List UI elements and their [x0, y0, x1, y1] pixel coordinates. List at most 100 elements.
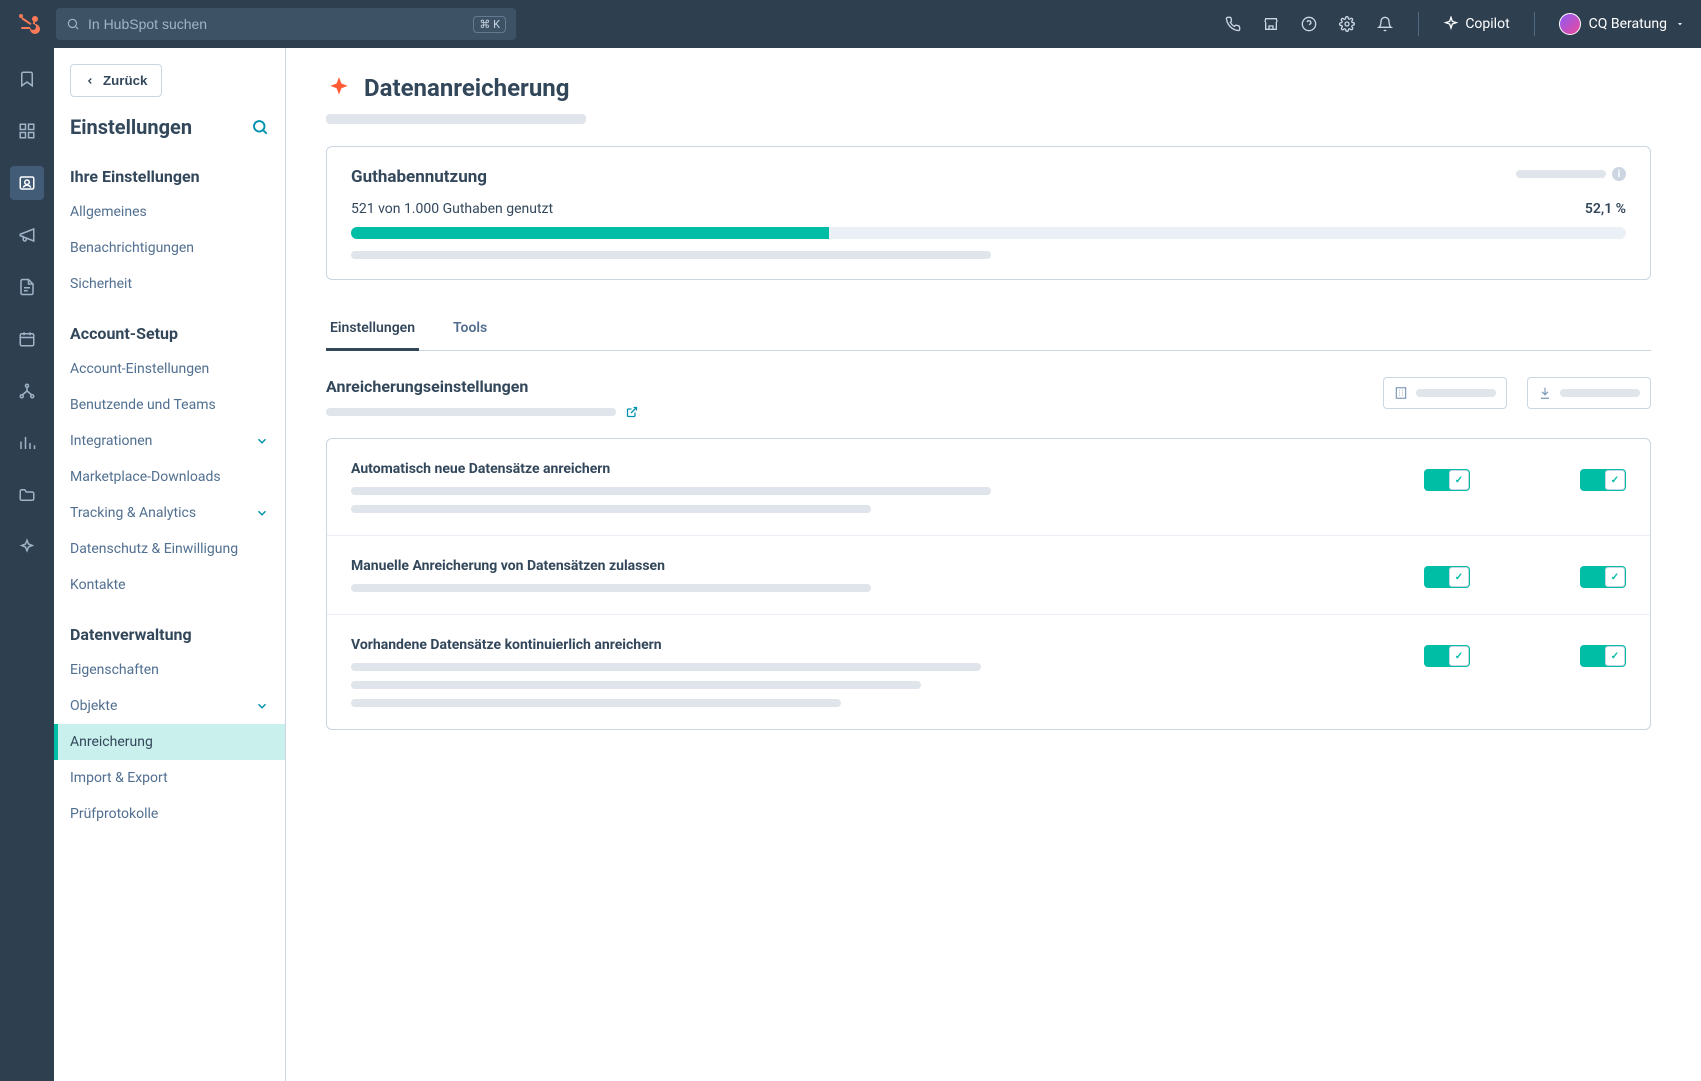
tab-settings[interactable]: Einstellungen [326, 308, 419, 351]
rail-contact-icon[interactable] [10, 166, 44, 200]
skeleton-line [351, 699, 841, 707]
toggle-auto-1[interactable]: ✓ [1424, 469, 1470, 491]
download-icon [1538, 386, 1552, 400]
check-icon: ✓ [1449, 470, 1469, 490]
building-icon [1394, 386, 1408, 400]
phone-icon[interactable] [1224, 15, 1242, 33]
main-content: Datenanreicherung Guthabennutzung i 521 … [286, 48, 1701, 1081]
setting-title: Manuelle Anreicherung von Datensätzen zu… [351, 558, 1384, 574]
progress-fill [351, 227, 829, 239]
sidebar-item-label: Import & Export [70, 770, 168, 786]
sidebar-item-label: Account-Einstellungen [70, 361, 209, 377]
copilot-button[interactable]: Copilot [1443, 16, 1509, 32]
page-title: Datenanreicherung [364, 74, 569, 102]
toggle-auto-2[interactable]: ✓ [1580, 469, 1626, 491]
sidebar-item-integrations[interactable]: Integrationen [54, 423, 285, 459]
store-icon[interactable] [1262, 15, 1280, 33]
skeleton-line [351, 487, 991, 495]
check-icon: ✓ [1605, 646, 1625, 666]
external-link-icon[interactable] [626, 406, 638, 418]
account-menu[interactable]: CQ Beratung [1559, 13, 1685, 35]
check-icon: ✓ [1605, 470, 1625, 490]
sidebar-item-privacy[interactable]: Datenschutz & Einwilligung [54, 531, 285, 567]
search-icon [66, 17, 80, 31]
enrich-heading: Anreicherungseinstellungen [326, 377, 638, 396]
sidebar-item-contacts[interactable]: Kontakte [54, 567, 285, 603]
rail-megaphone-icon[interactable] [10, 218, 44, 252]
skeleton-line [1516, 170, 1606, 178]
rail-sitemap-icon[interactable] [10, 374, 44, 408]
sidebar-item-audit[interactable]: Prüfprotokolle [54, 796, 285, 832]
tabs: Einstellungen Tools [326, 308, 1651, 351]
skeleton-line [326, 114, 586, 124]
toggle-cont-2[interactable]: ✓ [1580, 645, 1626, 667]
help-icon[interactable] [1300, 15, 1318, 33]
section-heading-data: Datenverwaltung [54, 617, 285, 652]
sidebar-item-account-settings[interactable]: Account-Einstellungen [54, 351, 285, 387]
search-shortcut: ⌘ K [473, 16, 506, 33]
sidebar-item-objects[interactable]: Objekte [54, 688, 285, 724]
gear-icon[interactable] [1338, 15, 1356, 33]
setting-title: Vorhandene Datensätze kontinuierlich anr… [351, 637, 1384, 653]
sidebar-item-label: Datenschutz & Einwilligung [70, 541, 238, 557]
info-icon[interactable]: i [1612, 167, 1626, 181]
chevron-down-icon [255, 699, 269, 713]
settings-sidebar: Zurück Einstellungen Ihre Einstellungen … [54, 48, 286, 1081]
sparkle-icon [1443, 16, 1459, 32]
rail-bookmark-icon[interactable] [10, 62, 44, 96]
enrich-settings-card: Automatisch neue Datensätze anreichern ✓… [326, 438, 1651, 730]
sidebar-item-label: Anreicherung [70, 734, 153, 750]
sidebar-item-label: Tracking & Analytics [70, 505, 196, 521]
divider [1418, 12, 1419, 36]
tab-tools[interactable]: Tools [449, 308, 491, 351]
sidebar-item-enrichment[interactable]: Anreicherung [54, 724, 285, 760]
back-label: Zurück [103, 73, 147, 88]
global-search[interactable]: ⌘ K [56, 8, 516, 40]
divider [1534, 12, 1535, 36]
sidebar-item-general[interactable]: Allgemeines [54, 194, 285, 230]
sidebar-item-import-export[interactable]: Import & Export [54, 760, 285, 796]
chevron-down-icon [255, 434, 269, 448]
sidebar-item-label: Benachrichtigungen [70, 240, 194, 256]
action-box-1[interactable] [1383, 377, 1507, 409]
sidebar-item-users-teams[interactable]: Benutzende und Teams [54, 387, 285, 423]
rail-document-icon[interactable] [10, 270, 44, 304]
sparkle-icon [326, 75, 352, 101]
toggle-manual-2[interactable]: ✓ [1580, 566, 1626, 588]
sidebar-search-icon[interactable] [251, 118, 269, 136]
sidebar-item-label: Objekte [70, 698, 117, 714]
hubspot-logo[interactable] [16, 10, 44, 38]
search-input[interactable] [88, 16, 465, 32]
back-button[interactable]: Zurück [70, 64, 162, 97]
bell-icon[interactable] [1376, 15, 1394, 33]
skeleton-line [351, 663, 981, 671]
sidebar-item-notifications[interactable]: Benachrichtigungen [54, 230, 285, 266]
credit-percent: 52,1 % [1585, 201, 1626, 217]
sidebar-item-properties[interactable]: Eigenschaften [54, 652, 285, 688]
setting-title: Automatisch neue Datensätze anreichern [351, 461, 1384, 477]
toggle-cont-1[interactable]: ✓ [1424, 645, 1470, 667]
sidebar-item-tracking[interactable]: Tracking & Analytics [54, 495, 285, 531]
skeleton-line [351, 251, 991, 259]
setting-row-auto: Automatisch neue Datensätze anreichern ✓… [327, 439, 1650, 535]
skeleton-line [351, 681, 921, 689]
check-icon: ✓ [1449, 646, 1469, 666]
rail-analytics-icon[interactable] [10, 426, 44, 460]
rail-folder-icon[interactable] [10, 478, 44, 512]
action-box-2[interactable] [1527, 377, 1651, 409]
left-rail [0, 48, 54, 1081]
setting-row-manual: Manuelle Anreicherung von Datensätzen zu… [327, 535, 1650, 614]
chevron-down-icon [255, 506, 269, 520]
rail-grid-icon[interactable] [10, 114, 44, 148]
section-heading-your: Ihre Einstellungen [54, 159, 285, 194]
toggle-manual-1[interactable]: ✓ [1424, 566, 1470, 588]
caret-down-icon [1675, 19, 1685, 29]
topbar-icons: Copilot CQ Beratung [1224, 12, 1685, 36]
sidebar-item-security[interactable]: Sicherheit [54, 266, 285, 302]
check-icon: ✓ [1449, 567, 1469, 587]
avatar [1559, 13, 1581, 35]
sidebar-item-marketplace[interactable]: Marketplace-Downloads [54, 459, 285, 495]
credit-usage-card: Guthabennutzung i 521 von 1.000 Guthaben… [326, 146, 1651, 280]
rail-sparkle-icon[interactable] [10, 530, 44, 564]
rail-calendar-icon[interactable] [10, 322, 44, 356]
